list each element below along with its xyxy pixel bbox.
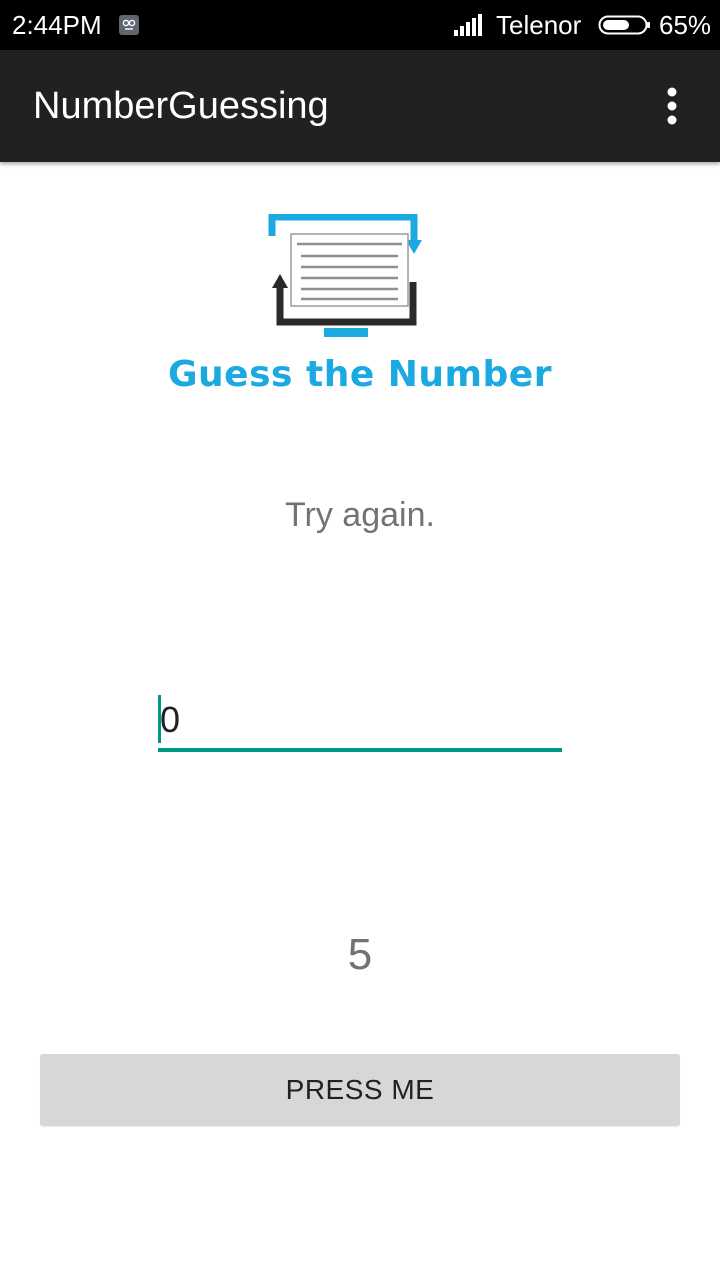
app-title: NumberGuessing: [33, 85, 329, 127]
notification-icon: [118, 14, 140, 36]
signal-icon: [453, 13, 483, 37]
app-bar: NumberGuessing: [0, 50, 720, 162]
remaining-count: 5: [347, 930, 373, 979]
guess-number-logo: Guess the Number: [160, 213, 560, 400]
logo-text: Guess the Number: [168, 354, 552, 395]
status-time: 2:44PM: [12, 10, 102, 40]
guess-input[interactable]: [158, 692, 562, 752]
battery-icon: [598, 14, 652, 36]
battery-percent: 65%: [659, 10, 712, 40]
status-bar: 2:44PM Telenor 65%: [0, 0, 720, 50]
more-vert-icon: [667, 87, 677, 125]
text-cursor: [158, 695, 161, 743]
carrier-name: Telenor: [496, 10, 582, 40]
guess-number-logo-icon: [268, 213, 428, 340]
more-options-button[interactable]: [654, 80, 690, 132]
hint-text: Try again.: [285, 496, 435, 534]
press-me-button[interactable]: PRESS ME: [40, 1054, 680, 1126]
